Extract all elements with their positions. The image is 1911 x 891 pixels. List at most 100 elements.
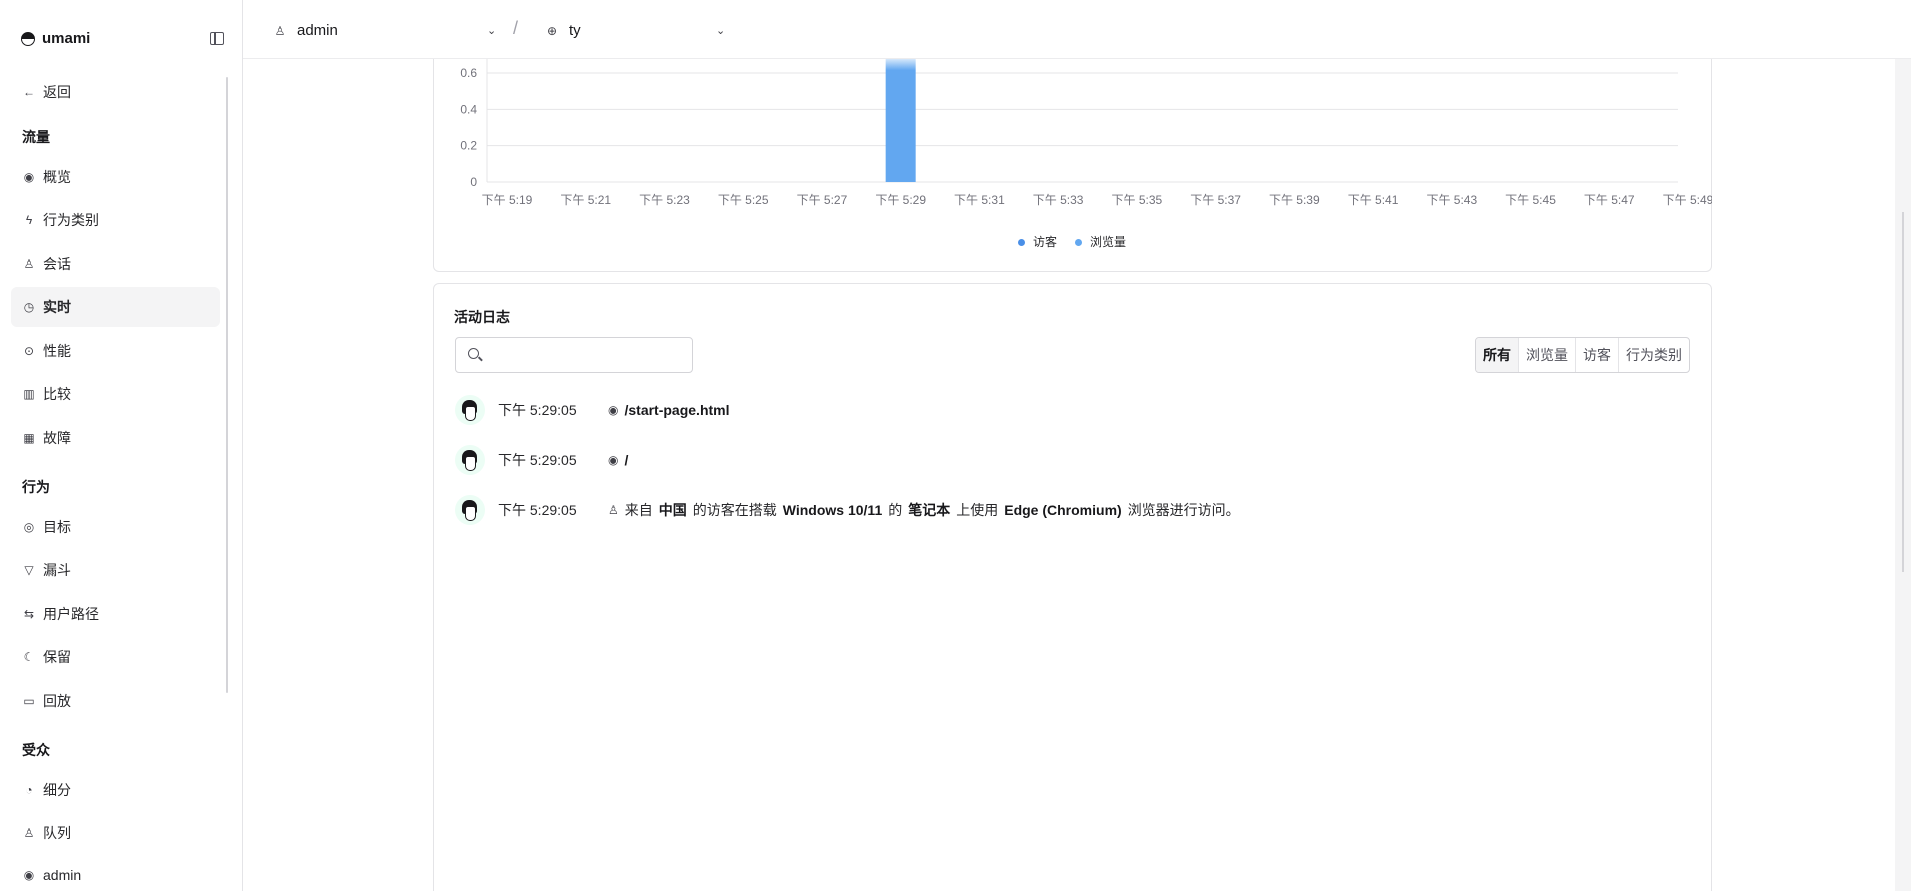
user-selector-label: admin <box>297 22 338 39</box>
filter-events[interactable]: 行为类别 <box>1618 338 1689 372</box>
target-icon: ◎ <box>23 520 35 534</box>
website-selector[interactable]: ⊕ ty ⌄ <box>545 22 725 39</box>
activity-text: 的访客在搭载 <box>692 502 777 518</box>
activity-browser: Edge (Chromium) <box>1004 502 1122 518</box>
sidebar-item-performance[interactable]: ⊙ 性能 <box>11 331 220 371</box>
sidebar-item-label: 漏斗 <box>43 562 71 578</box>
sidebar-item-label: 队列 <box>43 825 71 841</box>
realtime-chart: 0 0.2 0.4 0.6 下午 5:19 下午 5:21 下午 5:23 下午 5:25 下午… <box>460 59 1712 207</box>
back-link[interactable]: ← 返回 <box>11 72 220 112</box>
magnet-icon: ☾ <box>23 650 35 664</box>
sidebar-item-replay[interactable]: ▭ 回放 <box>11 681 220 721</box>
sidebar-item-sessions[interactable]: ♙ 会话 <box>11 244 220 284</box>
sidebar-item-label: 回放 <box>43 693 71 709</box>
sidebar-item-label: 保留 <box>43 649 71 665</box>
x-tick-label: 下午 5:47 <box>1584 193 1635 207</box>
route-icon: ⇆ <box>23 607 35 621</box>
activity-search-input[interactable] <box>488 344 686 366</box>
back-label: 返回 <box>43 84 71 100</box>
activity-time: 下午 5:29:05 <box>498 502 577 518</box>
user-circle-icon: ◉ <box>23 868 35 882</box>
sidebar-item-funnel[interactable]: ▽ 漏斗 <box>11 550 220 590</box>
avatar[interactable] <box>455 395 485 425</box>
user-selector[interactable]: ♙ admin ⌄ <box>273 22 497 39</box>
y-tick-label: 0.4 <box>460 102 477 116</box>
x-tick-label: 下午 5:49 <box>1663 193 1712 207</box>
sidebar-item-realtime[interactable]: ◷ 实时 <box>11 287 220 327</box>
sidebar-item-events[interactable]: ϟ 行为类别 <box>11 200 220 240</box>
x-tick-label: 下午 5:41 <box>1348 193 1399 207</box>
sidebar-item-label: 行为类别 <box>43 212 99 228</box>
sidebar-item-label: 比较 <box>43 386 71 402</box>
activity-log-title: 活动日志 <box>454 309 510 325</box>
sidebar-item-label: 目标 <box>43 519 71 535</box>
list-item[interactable]: 下午 5:29:05 ◉ /start-page.html <box>455 393 730 427</box>
activity-description: ◉ / <box>608 452 628 468</box>
legend-item-pageviews[interactable]: 浏览量 <box>1075 233 1126 250</box>
x-tick-label: 下午 5:33 <box>1033 193 1084 207</box>
activity-log-card <box>433 283 1712 891</box>
activity-device: 笔记本 <box>908 502 951 518</box>
sidebar-item-overview[interactable]: ◉ 概览 <box>11 157 220 197</box>
funnel-icon: ▽ <box>24 563 34 577</box>
activity-text: 上使用 <box>956 502 999 518</box>
gauge-icon: ⊙ <box>23 344 35 358</box>
chart-legend: 访客 浏览量 <box>1018 233 1126 250</box>
sidebar-item-compare[interactable]: ▥ 比较 <box>11 374 220 414</box>
chart-bar <box>885 59 916 182</box>
sidebar-user[interactable]: ◉ admin <box>11 856 220 891</box>
x-tick-label: 下午 5:19 <box>482 193 533 207</box>
pie-chart-icon: ◔ <box>25 783 33 797</box>
activity-search[interactable] <box>455 337 693 373</box>
activity-country: 中国 <box>658 502 687 518</box>
user-icon: ♙ <box>23 257 35 271</box>
activity-filter-group: 所有 浏览量 访客 行为类别 <box>1475 337 1690 373</box>
x-tick-label: 下午 5:35 <box>1112 193 1163 207</box>
sidebar-item-label: 实时 <box>43 299 71 315</box>
x-tick-label: 下午 5:21 <box>560 193 611 207</box>
sidebar-item-breakdown[interactable]: ▦ 故障 <box>11 418 220 458</box>
activity-text: 的 <box>888 502 903 518</box>
sidebar-item-journey[interactable]: ⇆ 用户路径 <box>11 594 220 634</box>
table-icon: ▦ <box>23 431 35 445</box>
sidebar-item-retention[interactable]: ☾ 保留 <box>11 637 220 677</box>
sidebar-item-label: 细分 <box>43 782 71 798</box>
sidebar-item-segments[interactable]: ◔ 细分 <box>11 770 220 810</box>
avatar[interactable] <box>455 495 485 525</box>
eye-icon: ◉ <box>23 170 35 184</box>
x-tick-label: 下午 5:29 <box>875 193 926 207</box>
legend-item-visitors[interactable]: 访客 <box>1018 233 1057 250</box>
sidebar-item-label: 会话 <box>43 256 71 272</box>
x-tick-label: 下午 5:31 <box>954 193 1005 207</box>
brand[interactable]: umami <box>21 30 90 47</box>
eye-icon: ◉ <box>608 403 619 417</box>
activity-time: 下午 5:29:05 <box>498 402 577 418</box>
breadcrumb-separator: / <box>513 18 519 38</box>
lightning-icon: ϟ <box>25 213 33 227</box>
list-item[interactable]: 下午 5:29:05 ◉ / <box>455 443 628 477</box>
x-tick-label: 下午 5:37 <box>1190 193 1241 207</box>
sidebar-item-label: 故障 <box>43 430 71 446</box>
website-selector-label: ty <box>569 22 581 39</box>
filter-visitors[interactable]: 访客 <box>1575 338 1618 372</box>
sidebar: umami ← 返回 流量 ◉ 概览 ϟ 行为类别 ♙ 会话 ◷ 实时 ⊙ 性能… <box>0 0 243 891</box>
sidebar-item-goals[interactable]: ◎ 目标 <box>11 507 220 547</box>
section-audience: 受众 <box>22 742 50 758</box>
filter-all[interactable]: 所有 <box>1476 338 1518 372</box>
sidebar-item-cohorts[interactable]: ♙ 队列 <box>11 813 220 853</box>
list-item[interactable]: 下午 5:29:05 ♙ 来自 中国 的访客在搭载 Windows 10/11 … <box>455 493 1240 527</box>
filter-pageviews[interactable]: 浏览量 <box>1518 338 1575 372</box>
activity-path: /start-page.html <box>624 402 730 418</box>
user-icon: ♙ <box>274 23 286 38</box>
main-scrollbar[interactable] <box>1902 212 1904 572</box>
activity-description: ◉ /start-page.html <box>608 402 730 418</box>
x-tick-label: 下午 5:39 <box>1269 193 1320 207</box>
sidebar-scrollbar[interactable] <box>226 77 228 693</box>
arrow-left-icon: ← <box>23 85 35 99</box>
section-traffic: 流量 <box>22 129 50 145</box>
activity-description: ♙ 来自 中国 的访客在搭载 Windows 10/11 的 笔记本 上使用 E… <box>608 500 1240 520</box>
avatar[interactable] <box>455 445 485 475</box>
sidebar-collapse-icon[interactable] <box>210 32 224 45</box>
chevron-down-icon: ⌄ <box>716 25 726 37</box>
y-tick-label: 0.6 <box>460 66 477 80</box>
